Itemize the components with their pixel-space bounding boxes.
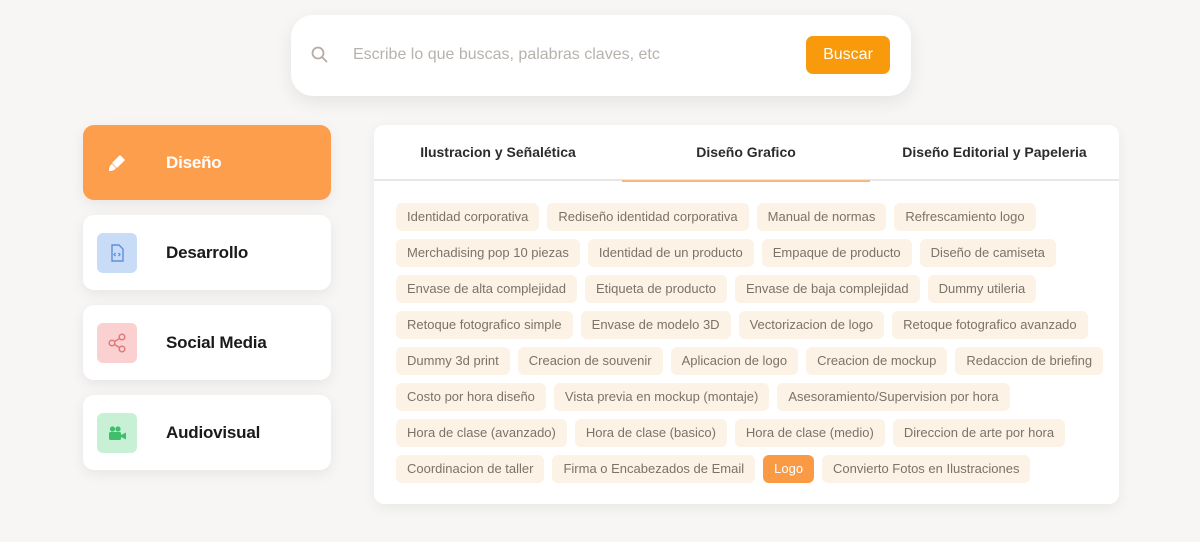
tag[interactable]: Redaccion de briefing [955, 347, 1104, 375]
search-input[interactable] [353, 41, 793, 69]
tag[interactable]: Firma o Encabezados de Email [552, 455, 756, 483]
share-icon [97, 323, 137, 363]
sidebar-item-audiovisual[interactable]: Audiovisual [83, 395, 331, 470]
tab-ilustracion-senaletica[interactable]: Ilustracion y Señalética [374, 125, 622, 181]
tag[interactable]: Hora de clase (medio) [734, 419, 885, 447]
tag[interactable]: Rediseño identidad corporativa [547, 203, 749, 231]
tag[interactable]: Costo por hora diseño [396, 383, 546, 411]
tag[interactable]: Merchadising pop 10 piezas [396, 239, 580, 267]
tag-row: Costo por hora diseño Vista previa en moc… [396, 383, 1096, 411]
tag[interactable]: Dummy utileria [927, 275, 1037, 303]
tab-diseno-grafico[interactable]: Diseño Grafico [622, 125, 870, 182]
tag[interactable]: Identidad de un producto [587, 239, 754, 267]
tag[interactable]: Hora de clase (basico) [574, 419, 727, 447]
code-file-icon [97, 233, 137, 273]
tag-row: Retoque fotografico simple Envase de mode… [396, 311, 1096, 339]
tag[interactable]: Envase de alta complejidad [396, 275, 577, 303]
tag[interactable]: Asesoramiento/Supervision por hora [777, 383, 1010, 411]
tag[interactable]: Aplicacion de logo [670, 347, 799, 375]
video-camera-icon [97, 413, 137, 453]
tag[interactable]: Retoque fotografico avanzado [892, 311, 1088, 339]
tag[interactable]: Etiqueta de producto [585, 275, 727, 303]
tag[interactable]: Envase de modelo 3D [580, 311, 731, 339]
tag[interactable]: Coordinacion de taller [396, 455, 545, 483]
tag[interactable]: Hora de clase (avanzado) [396, 419, 567, 447]
sidebar-item-diseno[interactable]: Diseño [83, 125, 331, 200]
tag-row: Dummy 3d print Creacion de souvenir Aplica… [396, 347, 1104, 375]
sidebar-item-desarrollo[interactable]: Desarrollo [83, 215, 331, 290]
tag-list: Identidad corporativa Rediseño identidad … [396, 203, 1104, 491]
search-icon [310, 45, 330, 65]
tag[interactable]: Empaque de producto [761, 239, 912, 267]
tag[interactable]: Envase de baja complejidad [734, 275, 920, 303]
tag[interactable]: Diseño de camiseta [919, 239, 1056, 267]
tag[interactable]: Convierto Fotos en Ilustraciones [822, 455, 1031, 483]
sidebar-item-label: Audiovisual [166, 423, 261, 442]
search-button[interactable]: Buscar [806, 36, 890, 74]
tag[interactable]: Direccion de arte por hora [892, 419, 1066, 447]
sidebar-item-label: Social Media [166, 333, 267, 352]
services-panel: Ilustracion y Señalética Diseño Grafico … [374, 125, 1119, 504]
tag-row: Envase de alta complejidad Etiqueta de pr… [396, 275, 1096, 303]
tag[interactable]: Creacion de mockup [806, 347, 948, 375]
tag[interactable]: Vectorizacion de logo [738, 311, 885, 339]
tag[interactable]: Identidad corporativa [396, 203, 540, 231]
tag-row: Identidad corporativa Rediseño identidad … [396, 203, 1096, 231]
tag[interactable]: Manual de normas [756, 203, 887, 231]
tag-selected[interactable]: Logo [763, 455, 815, 483]
tag[interactable]: Refrescamiento logo [894, 203, 1036, 231]
search-bar: Buscar [291, 15, 911, 96]
tag-row: Hora de clase (avanzado) Hora de clase (b… [396, 419, 1096, 447]
tab-bar: Ilustracion y Señalética Diseño Grafico … [374, 125, 1119, 182]
tag-row: Coordinacion de taller Firma o Encabezado… [396, 455, 1096, 483]
brush-icon [97, 143, 137, 183]
tag[interactable]: Dummy 3d print [396, 347, 510, 375]
sidebar-item-label: Desarrollo [166, 243, 249, 262]
sidebar-item-label: Diseño [166, 153, 222, 172]
tag[interactable]: Retoque fotografico simple [396, 311, 573, 339]
tag[interactable]: Creacion de souvenir [517, 347, 663, 375]
tag[interactable]: Vista previa en mockup (montaje) [553, 383, 770, 411]
tab-diseno-editorial-papeleria[interactable]: Diseño Editorial y Papeleria [870, 125, 1119, 181]
tag-row: Merchadising pop 10 piezas Identidad de u… [396, 239, 1096, 267]
sidebar-item-social-media[interactable]: Social Media [83, 305, 331, 380]
